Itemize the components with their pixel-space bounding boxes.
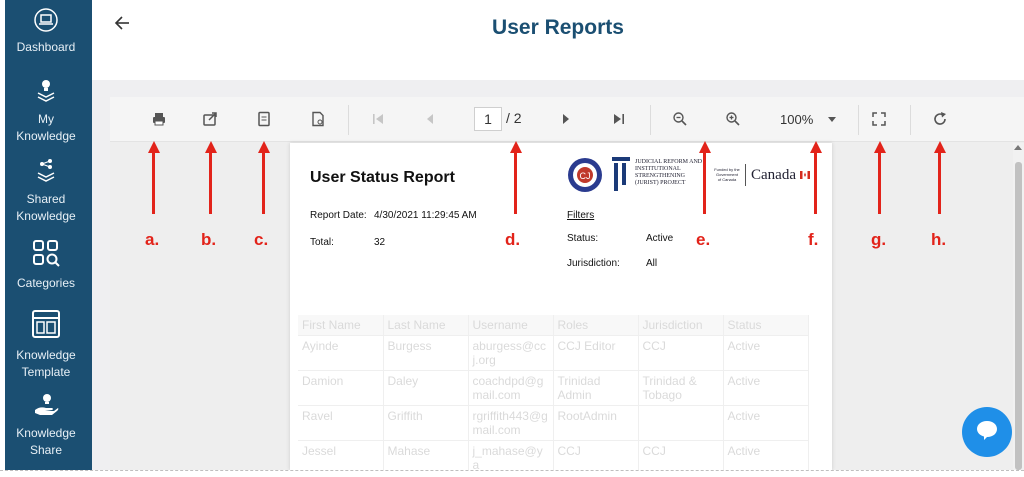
- annotation-arrow-a: [152, 152, 155, 214]
- chat-button[interactable]: [962, 407, 1012, 457]
- report-title: User Status Report: [310, 169, 455, 186]
- annotation-arrow-e: [703, 152, 706, 214]
- total-label: Total:: [310, 237, 334, 248]
- refresh-icon[interactable]: [928, 107, 952, 131]
- sidebar-item-label: Shared Knowledge: [16, 192, 76, 223]
- annotation-arrow-head: [809, 141, 822, 153]
- total-value: 32: [374, 237, 386, 248]
- toolbar-separator: [858, 105, 859, 135]
- share-stack-icon: [0, 158, 92, 189]
- table-row: Jessel Mahase j_mahase@ya CCJ CCJ Active: [298, 440, 809, 470]
- jurist-pillar-logo: [610, 155, 632, 198]
- page-title: User Reports: [492, 16, 624, 39]
- page-header: User Reports: [92, 0, 1024, 80]
- sidebar-item-my-knowledge[interactable]: My Knowledge: [0, 78, 92, 145]
- lightbulb-stack-icon: [0, 78, 92, 109]
- toolbar-separator: [910, 105, 911, 135]
- annotation-arrow-head: [204, 141, 217, 153]
- annotation-label-c: c.: [254, 230, 269, 249]
- zoom-level[interactable]: 100%: [780, 112, 813, 127]
- sidebar-item-label: Categories: [16, 276, 76, 290]
- table-row: Ravel Griffith rgriffith443@gmail.com Ro…: [298, 405, 809, 441]
- annotation-arrow-c: [262, 152, 265, 214]
- jurisdiction-filter-value: All: [646, 258, 658, 269]
- print-icon[interactable]: [147, 107, 171, 131]
- page-bottom-edge: [0, 470, 1024, 477]
- annotation-arrow-d: [514, 152, 517, 214]
- annotation-arrow-f: [814, 152, 817, 214]
- export-icon[interactable]: [198, 107, 222, 131]
- scroll-up-arrow-icon[interactable]: [1014, 145, 1022, 150]
- sidebar-item-label: My Knowledge: [16, 112, 76, 143]
- zoom-out-icon[interactable]: [668, 107, 692, 131]
- report-date-label: Report Date:: [310, 210, 367, 221]
- annotation-arrow-head: [509, 141, 522, 153]
- laptop-icon: [0, 8, 92, 37]
- canada-flag-icon: [800, 166, 810, 184]
- prev-page-icon[interactable]: [418, 107, 442, 131]
- sidebar-item-shared-knowledge[interactable]: Shared Knowledge: [0, 158, 92, 225]
- status-filter-value: Active: [646, 233, 674, 244]
- annotation-arrow-b: [209, 152, 212, 214]
- toolbar-separator: [348, 105, 349, 135]
- sidebar-item-categories[interactable]: Categories: [0, 238, 92, 292]
- sidebar-item-label: Knowledge Share: [16, 426, 76, 457]
- window-edge: [0, 0, 5, 477]
- page-total: / 2: [506, 110, 522, 126]
- users-table: First Name Last Name Username Roles Juri…: [298, 315, 809, 470]
- annotation-label-d: d.: [505, 230, 521, 249]
- filters-title: Filters: [567, 210, 595, 221]
- svg-text:CJ: CJ: [580, 171, 591, 181]
- logo-divider: [745, 164, 746, 186]
- annotation-label-b: b.: [201, 230, 217, 249]
- annotation-arrow-head: [698, 141, 711, 153]
- annotation-arrow-head: [147, 141, 160, 153]
- annotation-arrow-head: [933, 141, 946, 153]
- toolbar-separator: [650, 105, 651, 135]
- jurist-project-logo-text: JUDICIAL REFORM AND INSTITUTIONAL STRENG…: [635, 159, 703, 186]
- annotation-arrow-head: [257, 141, 270, 153]
- annotation-label-e: e.: [696, 230, 711, 249]
- annotation-label-g: g.: [871, 230, 887, 249]
- annotation-arrow-g: [878, 152, 881, 214]
- fullscreen-icon[interactable]: [867, 107, 891, 131]
- scrollbar-thumb[interactable]: [1015, 162, 1022, 470]
- jurisdiction-filter-label: Jurisdiction:: [567, 258, 620, 269]
- status-filter-label: Status:: [567, 233, 599, 244]
- categories-grid-icon: [0, 238, 92, 273]
- annotation-label-h: h.: [931, 230, 947, 249]
- report-date-value: 4/30/2021 11:29:45 AM: [374, 210, 477, 221]
- template-icon: [0, 308, 92, 345]
- annotation-label-f: f.: [808, 230, 819, 249]
- sidebar-item-knowledge-template[interactable]: Knowledge Template: [0, 308, 92, 381]
- sidebar-item-label: Dashboard: [16, 40, 76, 54]
- sidebar-item-knowledge-share[interactable]: Knowledge Share: [0, 392, 92, 459]
- table-row: Ayinde Burgess aburgess@ccj.org CCJ Edit…: [298, 335, 809, 371]
- sidebar-item-label: Knowledge Template: [16, 348, 76, 379]
- table-row: Damion Daley coachdpd@gmail.com Trinidad…: [298, 370, 809, 406]
- page-number-input[interactable]: 1: [474, 107, 502, 131]
- canada-wordmark: Canada: [751, 167, 796, 183]
- sidebar-item-dashboard[interactable]: Dashboard: [0, 8, 92, 56]
- last-page-icon[interactable]: [607, 107, 631, 131]
- annotation-label-a: a.: [145, 230, 160, 249]
- annotation-arrow-head: [873, 141, 886, 153]
- chat-bubble-icon: [975, 419, 999, 446]
- ccj-seal-logo: CJ: [567, 157, 603, 198]
- viewer-toolbar: [110, 97, 1024, 142]
- funded-by-text: Funded by the Government of Canada: [714, 167, 740, 182]
- zoom-dropdown-caret-icon[interactable]: [828, 117, 836, 122]
- table-header-row: First Name Last Name Username Roles Juri…: [298, 315, 809, 336]
- next-page-icon[interactable]: [554, 107, 578, 131]
- annotation-arrow-h: [938, 152, 941, 214]
- report-page: User Status Report Report Date: 4/30/202…: [290, 143, 832, 470]
- hand-lightbulb-icon: [0, 392, 92, 423]
- file-settings-icon[interactable]: [306, 107, 330, 131]
- document-icon[interactable]: [252, 107, 276, 131]
- zoom-in-icon[interactable]: [721, 107, 745, 131]
- sidebar: Dashboard My Knowledge Shared Knowledge …: [0, 0, 92, 470]
- first-page-icon[interactable]: [366, 107, 390, 131]
